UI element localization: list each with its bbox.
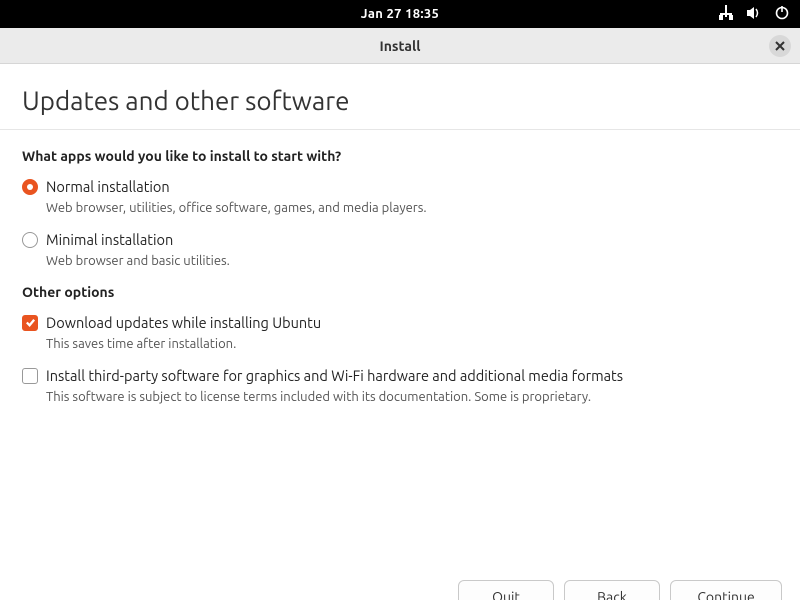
network-icon[interactable] xyxy=(718,5,734,24)
other-options-heading: Other options xyxy=(22,284,778,300)
thirdparty-label: Install third-party software for graphic… xyxy=(46,367,623,384)
page-title: Updates and other software xyxy=(22,86,778,115)
back-button[interactable]: Back xyxy=(564,580,660,600)
minimal-install-label: Minimal installation xyxy=(46,231,173,248)
minimal-install-desc: Web browser and basic utilities. xyxy=(46,254,778,268)
window-title: Install xyxy=(380,38,421,54)
window-titlebar: Install xyxy=(0,28,800,64)
download-updates-desc: This saves time after installation. xyxy=(46,337,778,351)
checkbox-icon xyxy=(22,368,38,384)
thirdparty-option[interactable]: Install third-party software for graphic… xyxy=(22,367,778,384)
power-icon[interactable] xyxy=(774,5,790,24)
thirdparty-desc: This software is subject to license term… xyxy=(46,390,778,404)
quit-button[interactable]: Quit xyxy=(458,580,554,600)
checkbox-icon xyxy=(22,315,38,331)
volume-icon[interactable] xyxy=(746,5,762,24)
close-button[interactable] xyxy=(769,35,791,57)
continue-button[interactable]: Continue xyxy=(670,580,782,600)
apps-question: What apps would you like to install to s… xyxy=(22,148,778,164)
radio-icon xyxy=(22,232,38,248)
minimal-install-option[interactable]: Minimal installation xyxy=(22,231,778,248)
system-tray xyxy=(718,5,790,24)
close-icon xyxy=(775,41,785,51)
installer-page: Updates and other software What apps wou… xyxy=(0,64,800,404)
download-updates-label: Download updates while installing Ubuntu xyxy=(46,314,321,331)
normal-install-desc: Web browser, utilities, office software,… xyxy=(46,201,778,215)
normal-install-option[interactable]: Normal installation xyxy=(22,178,778,195)
download-updates-option[interactable]: Download updates while installing Ubuntu xyxy=(22,314,778,331)
clock: Jan 27 18:35 xyxy=(361,7,439,21)
radio-icon xyxy=(22,179,38,195)
divider xyxy=(0,129,800,130)
normal-install-label: Normal installation xyxy=(46,178,170,195)
system-topbar: Jan 27 18:35 xyxy=(0,0,800,28)
wizard-buttons: Quit Back Continue xyxy=(458,574,800,600)
